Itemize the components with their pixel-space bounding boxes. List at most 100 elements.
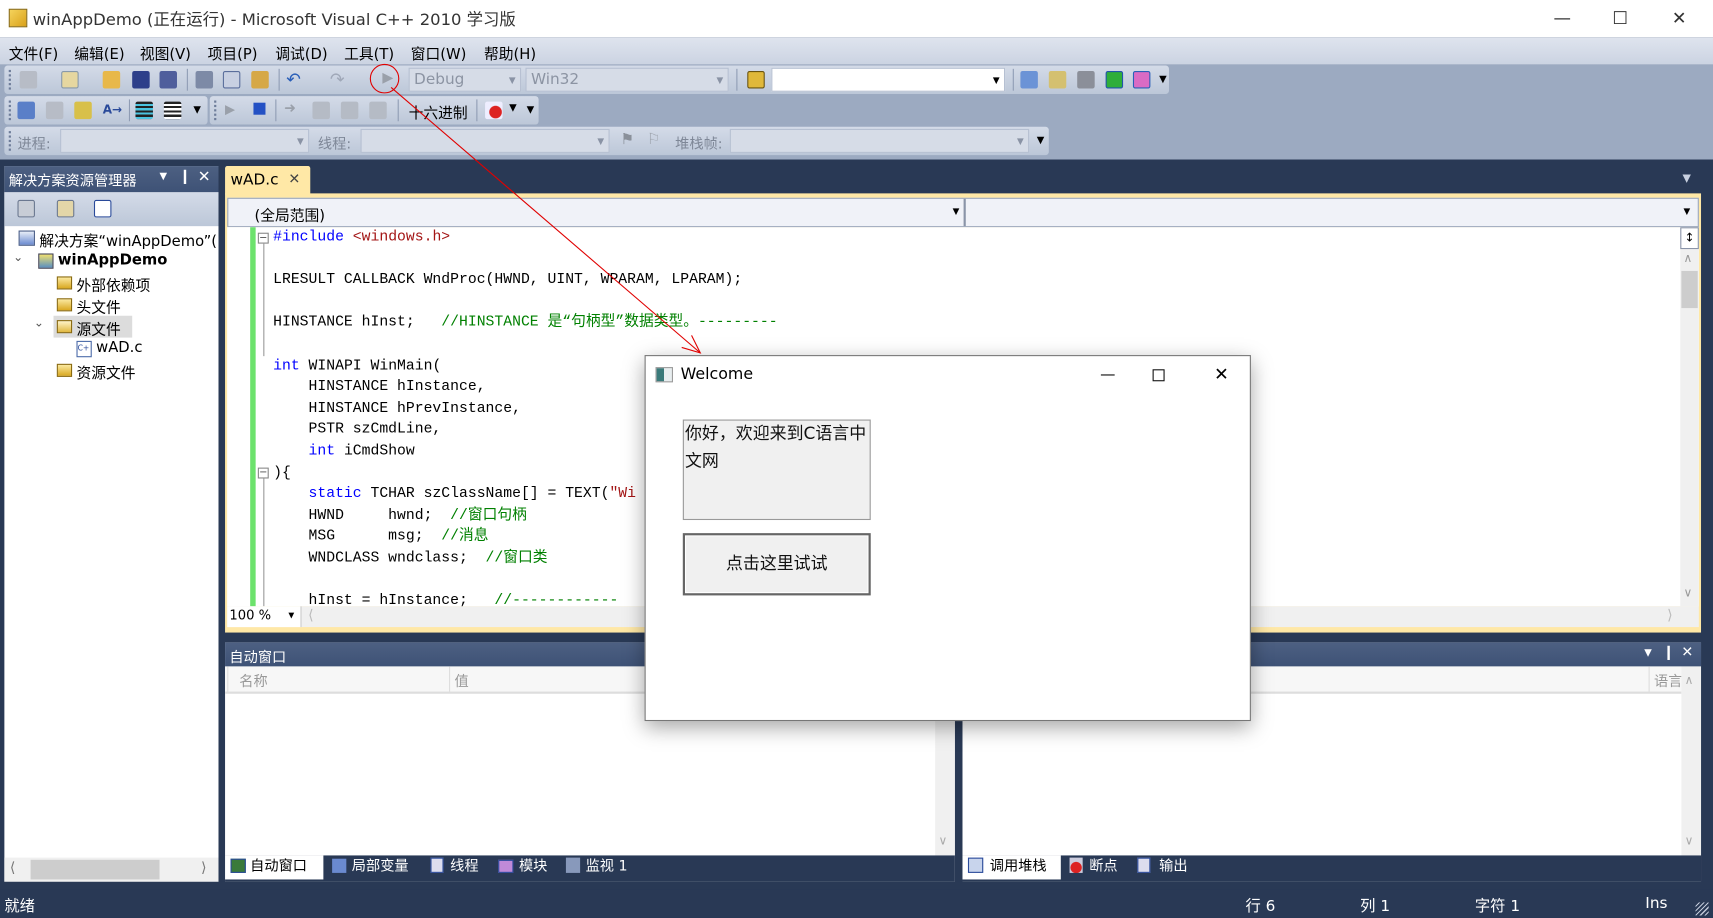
find-in-files-icon[interactable] <box>747 71 765 89</box>
start-page-icon[interactable] <box>1105 71 1124 89</box>
open-icon[interactable] <box>102 71 121 89</box>
chevron-down-icon[interactable]: ⌄ <box>34 316 44 330</box>
collapse-icon[interactable]: − <box>257 232 269 244</box>
undo-icon[interactable]: ↶ <box>286 69 301 90</box>
menu-file[interactable]: 文件(F) <box>9 42 59 63</box>
close-button[interactable]: ✕ <box>1654 4 1704 32</box>
comment-icon[interactable] <box>135 101 153 120</box>
scroll-down-icon[interactable]: ∨ <box>1684 586 1693 600</box>
save-all-icon[interactable] <box>159 71 177 89</box>
stop-icon[interactable] <box>253 102 266 115</box>
try-click-button[interactable]: 点击这里试试 <box>682 533 871 596</box>
start-debug-icon[interactable]: ▶ <box>382 70 393 86</box>
toolbox-icon[interactable] <box>1077 71 1095 89</box>
dialog-minimize-button[interactable]: — <box>1091 361 1124 389</box>
column-language[interactable]: 语言 <box>1648 666 1681 692</box>
scroll-left-icon[interactable]: ⟨ <box>10 860 16 876</box>
thread-select[interactable]: ▼ <box>360 128 610 153</box>
uncomment-icon[interactable] <box>163 101 182 120</box>
toolbar-grip[interactable] <box>8 69 12 90</box>
scope-select[interactable]: (全局范围) ▼ <box>228 198 966 227</box>
continue-icon[interactable]: ▶ <box>225 102 235 117</box>
show-next-statement-icon[interactable]: ➜ <box>284 101 296 117</box>
tab-wad-c[interactable]: wAD.c ✕ <box>225 166 311 195</box>
dialog-maximize-button[interactable] <box>1152 369 1165 382</box>
platform-select[interactable]: Win32 ▼ <box>525 67 729 92</box>
solution-explorer-icon[interactable] <box>1020 71 1038 89</box>
close-tab-icon[interactable]: ✕ <box>288 172 300 188</box>
menu-edit[interactable]: 编辑(E) <box>74 42 124 63</box>
scroll-down-icon[interactable]: ∨ <box>938 834 947 848</box>
properties-icon[interactable] <box>17 199 35 218</box>
flag-all-icon[interactable]: ⚐ <box>647 131 661 148</box>
menu-window[interactable]: 窗口(W) <box>411 42 467 63</box>
window-position-icon[interactable]: ▼ <box>1644 648 1652 659</box>
resize-grip-icon[interactable] <box>1695 902 1709 916</box>
breakpoints-window-icon[interactable] <box>485 101 503 120</box>
tree-item-resource-files[interactable]: 资源文件 <box>52 359 216 382</box>
scroll-left-icon[interactable]: ⟨ <box>308 607 314 623</box>
tab-locals[interactable]: 局部变量 <box>328 855 413 879</box>
menu-debug[interactable]: 调试(D) <box>275 42 327 63</box>
tree-item-external-deps[interactable]: 外部依赖项 <box>52 272 216 295</box>
close-panel-icon[interactable]: ✕ <box>198 168 211 185</box>
new-project-icon[interactable] <box>19 71 38 89</box>
paste-icon[interactable] <box>251 71 269 89</box>
step-over-icon[interactable] <box>340 101 359 120</box>
scroll-down-icon[interactable]: ∨ <box>1685 834 1694 848</box>
show-all-files-icon[interactable] <box>56 199 75 218</box>
quick-info-icon[interactable] <box>74 101 92 120</box>
tab-watch-1[interactable]: 监视 1 <box>562 855 632 879</box>
chevron-down-icon[interactable]: ⌄ <box>13 250 23 264</box>
close-panel-icon[interactable]: ✕ <box>1681 645 1693 661</box>
scroll-right-icon[interactable]: ⟩ <box>1667 607 1673 623</box>
tab-list-icon[interactable]: ▼ <box>1682 173 1690 185</box>
menu-help[interactable]: 帮助(H) <box>484 42 536 63</box>
step-into-icon[interactable] <box>312 101 330 120</box>
chevron-down-icon[interactable]: ▼ <box>509 103 517 114</box>
scroll-up-icon[interactable]: ∧ <box>1685 673 1694 687</box>
add-item-icon[interactable] <box>61 71 79 89</box>
column-value[interactable]: 值 <box>454 670 468 690</box>
tab-autos[interactable]: 自动窗口 <box>225 855 324 880</box>
scroll-right-icon[interactable]: ⟩ <box>201 860 207 876</box>
scrollbar-thumb[interactable] <box>30 859 160 880</box>
tree-item-wad-c[interactable]: C+ wAD.c <box>74 338 205 360</box>
class-view-icon[interactable] <box>1132 71 1151 89</box>
complete-word-icon[interactable]: A→ <box>103 103 122 117</box>
configuration-select[interactable]: Debug ▼ <box>408 67 522 92</box>
tab-breakpoints[interactable]: 断点 <box>1065 855 1122 879</box>
tab-threads[interactable]: 线程 <box>426 855 483 879</box>
pin-icon[interactable]: ❙ <box>179 168 191 184</box>
tree-item-project[interactable]: ⌄ winAppDemo <box>11 250 219 272</box>
properties-icon[interactable] <box>1048 71 1067 89</box>
cut-icon[interactable] <box>195 71 214 89</box>
scrollbar-thumb[interactable] <box>1681 270 1698 309</box>
toolbar-overflow-icon[interactable]: ▼ <box>527 105 535 116</box>
vertical-scrollbar[interactable]: ∧ ∨ <box>1681 666 1702 856</box>
find-combo[interactable]: ▼ <box>771 67 1006 92</box>
toolbar-overflow-icon[interactable]: ▼ <box>1037 135 1045 146</box>
zoom-select[interactable]: 100 % ▼ <box>227 606 302 628</box>
member-select[interactable]: ▼ <box>968 199 1698 226</box>
toolbar-overflow-icon[interactable]: ▼ <box>1159 74 1167 85</box>
vertical-scrollbar[interactable]: ↕ ∧ ∨ <box>1680 227 1699 607</box>
parameter-info-icon[interactable] <box>45 101 64 120</box>
column-name[interactable]: 名称 <box>227 666 451 692</box>
hex-display-button[interactable]: 十六进制 <box>409 101 468 122</box>
menu-project[interactable]: 项目(P) <box>208 42 258 63</box>
scroll-up-icon[interactable]: ∧ <box>1684 251 1693 265</box>
tree-item-header-files[interactable]: 头文件 <box>52 294 216 317</box>
split-window-icon[interactable]: ↕ <box>1680 227 1699 250</box>
horizontal-scrollbar[interactable]: ⟨ ⟩ <box>4 857 219 882</box>
menu-tools[interactable]: 工具(T) <box>344 42 394 63</box>
view-code-icon[interactable] <box>93 199 112 218</box>
toolbar-overflow-icon[interactable]: ▼ <box>193 105 201 116</box>
pin-icon[interactable]: ❙ <box>1663 645 1675 661</box>
tree-item-solution[interactable]: 解决方案“winAppDemo”( <box>15 227 234 250</box>
show-members-icon[interactable] <box>17 101 35 120</box>
tree-item-source-files[interactable]: ⌄ 源文件 <box>32 315 133 339</box>
tab-output[interactable]: 输出 <box>1133 855 1192 879</box>
process-select[interactable]: ▼ <box>60 128 310 153</box>
menu-view[interactable]: 视图(V) <box>140 42 191 63</box>
